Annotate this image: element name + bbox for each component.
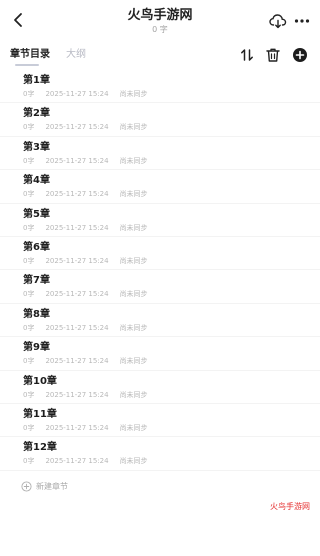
sort-arrows-icon [241, 49, 253, 61]
chapter-date: 2025-11-27 15:24 [45, 323, 109, 332]
chapter-title: 第1章 [23, 75, 50, 86]
chapter-title: 第12章 [23, 442, 57, 454]
chapter-word-count: 0字 [23, 156, 35, 165]
chapter-item[interactable]: 第3章 0字 2025-11-27 15:24 尚未同步 [0, 137, 320, 171]
add-circle-icon [293, 48, 307, 62]
chapter-sync-status: 尚未同步 [119, 323, 148, 332]
chapter-sync-status: 尚未同步 [119, 90, 148, 98]
chapter-word-count: 0字 [23, 256, 35, 265]
chapter-meta: 0字 2025-11-27 15:24 尚未同步 [23, 257, 148, 266]
chapter-sync-status: 尚未同步 [119, 256, 148, 265]
chapter-word-count: 0字 [23, 423, 35, 432]
chapter-list: 第1章 0字 2025-11-27 15:24 尚未同步 第2章 0字 2025-11-27… [0, 70, 320, 471]
trash-icon [266, 48, 280, 62]
chapter-date: 2025-11-27 15:24 [45, 457, 109, 466]
chapter-word-count: 0字 [23, 123, 35, 132]
chapter-item[interactable]: 第2章 0字 2025-11-27 15:24 尚未同步 [0, 103, 320, 137]
tab-bar: 章节目录 大纲 [0, 42, 320, 70]
chapter-title: 第6章 [23, 241, 50, 253]
chapter-sync-status: 尚未同步 [119, 156, 148, 165]
chapter-item[interactable]: 第1章 0字 2025-11-27 15:24 尚未同步 [0, 70, 320, 104]
chapter-date: 2025-11-27 15:24 [45, 390, 109, 399]
chapter-word-count: 0字 [23, 90, 35, 98]
chapter-title: 第8章 [23, 308, 50, 320]
top-bar: 火鸟手游网 0 字 [0, 0, 320, 42]
chapter-title: 第3章 [23, 141, 50, 153]
chapter-sync-status: 尚未同步 [119, 457, 148, 466]
chapter-item[interactable]: 第7章 0字 2025-11-27 15:24 尚未同步 [0, 270, 320, 304]
chapter-sync-status: 尚未同步 [119, 190, 148, 199]
chapter-item[interactable]: 第10章 0字 2025-11-27 15:24 尚未同步 [0, 371, 320, 404]
chapter-date: 2025-11-27 15:24 [45, 256, 109, 265]
chapter-meta: 0字 2025-11-27 15:24 尚未同步 [23, 324, 148, 333]
chapter-meta: 0字 2025-11-27 15:24 尚未同步 [23, 424, 148, 433]
chapter-sync-status: 尚未同步 [119, 423, 148, 432]
cloud-sync-icon [269, 14, 287, 29]
chapter-item[interactable]: 第4章 0字 2025-11-27 15:24 尚未同步 [0, 170, 320, 204]
chapter-title: 第4章 [23, 175, 50, 187]
chapter-item[interactable]: 第12章 0字 2025-11-27 15:24 尚未同步 [0, 437, 320, 471]
chapter-item[interactable]: 第6章 0字 2025-11-27 15:24 尚未同步 [0, 237, 320, 271]
chapter-word-count: 0字 [23, 323, 35, 332]
chapter-meta: 0字 2025-11-27 15:24 尚未同步 [23, 357, 148, 366]
chapter-date: 2025-11-27 15:24 [45, 357, 109, 366]
chapter-date: 2025-11-27 15:24 [45, 156, 109, 165]
add-chapter-button[interactable] [291, 46, 309, 64]
sort-button[interactable] [238, 46, 256, 64]
chapter-word-count: 0字 [23, 290, 35, 299]
tab-outline[interactable]: 大纲 [66, 48, 86, 61]
chapter-title: 第11章 [23, 408, 57, 420]
delete-button[interactable] [264, 46, 282, 64]
chapter-title: 第5章 [23, 208, 50, 220]
chapter-title: 第2章 [23, 108, 50, 120]
plus-circle-icon [21, 481, 32, 492]
chapter-meta: 0字 2025-11-27 15:24 尚未同步 [23, 457, 148, 466]
active-tab-indicator [15, 64, 39, 66]
chapter-title: 第10章 [23, 375, 57, 387]
tab-chapter-list[interactable]: 章节目录 [10, 48, 50, 61]
chapter-word-count: 0字 [23, 390, 35, 399]
chapter-sync-status: 尚未同步 [119, 123, 148, 132]
watermark: 火鸟手游网 [270, 502, 310, 511]
chapter-item[interactable]: 第11章 0字 2025-11-27 15:24 尚未同步 [0, 404, 320, 438]
chapter-meta: 0字 2025-11-27 15:24 尚未同步 [23, 157, 148, 166]
chapter-sync-status: 尚未同步 [119, 223, 148, 232]
chapter-date: 2025-11-27 15:24 [45, 223, 109, 232]
chapter-date: 2025-11-27 15:24 [45, 123, 109, 132]
back-button[interactable] [8, 9, 30, 31]
chapter-title: 第9章 [23, 342, 50, 354]
chapter-sync-status: 尚未同步 [119, 390, 148, 399]
chapter-sync-status: 尚未同步 [119, 357, 148, 366]
page-title: 火鸟手游网 [127, 8, 193, 23]
title-block: 火鸟手游网 0 字 [60, 8, 260, 35]
chapter-sync-status: 尚未同步 [119, 290, 148, 299]
chapter-meta: 0字 2025-11-27 15:24 尚未同步 [23, 190, 148, 199]
chapter-word-count: 0字 [23, 223, 35, 232]
chevron-left-icon [14, 13, 22, 27]
word-count: 0 字 [152, 25, 168, 34]
chapter-date: 2025-11-27 15:24 [45, 90, 109, 98]
chapter-meta: 0字 2025-11-27 15:24 尚未同步 [23, 90, 148, 99]
chapter-date: 2025-11-27 15:24 [45, 423, 109, 432]
chapter-meta: 0字 2025-11-27 15:24 尚未同步 [23, 290, 148, 299]
more-dots-icon [294, 19, 310, 23]
chapter-item[interactable]: 第5章 0字 2025-11-27 15:24 尚未同步 [0, 204, 320, 237]
chapter-word-count: 0字 [23, 457, 35, 466]
chapter-title: 第7章 [23, 275, 50, 287]
chapter-word-count: 0字 [23, 190, 35, 199]
new-chapter-label: 新建章节 [36, 482, 68, 491]
cloud-sync-button[interactable] [268, 12, 288, 30]
chapter-word-count: 0字 [23, 357, 35, 366]
chapter-meta: 0字 2025-11-27 15:24 尚未同步 [23, 224, 148, 233]
more-button[interactable] [293, 12, 311, 30]
chapter-meta: 0字 2025-11-27 15:24 尚未同步 [23, 123, 148, 132]
chapter-item[interactable]: 第9章 0字 2025-11-27 15:24 尚未同步 [0, 337, 320, 371]
chapter-date: 2025-11-27 15:24 [45, 190, 109, 199]
chapter-date: 2025-11-27 15:24 [45, 290, 109, 299]
chapter-item[interactable]: 第8章 0字 2025-11-27 15:24 尚未同步 [0, 304, 320, 338]
chapter-meta: 0字 2025-11-27 15:24 尚未同步 [23, 391, 148, 400]
